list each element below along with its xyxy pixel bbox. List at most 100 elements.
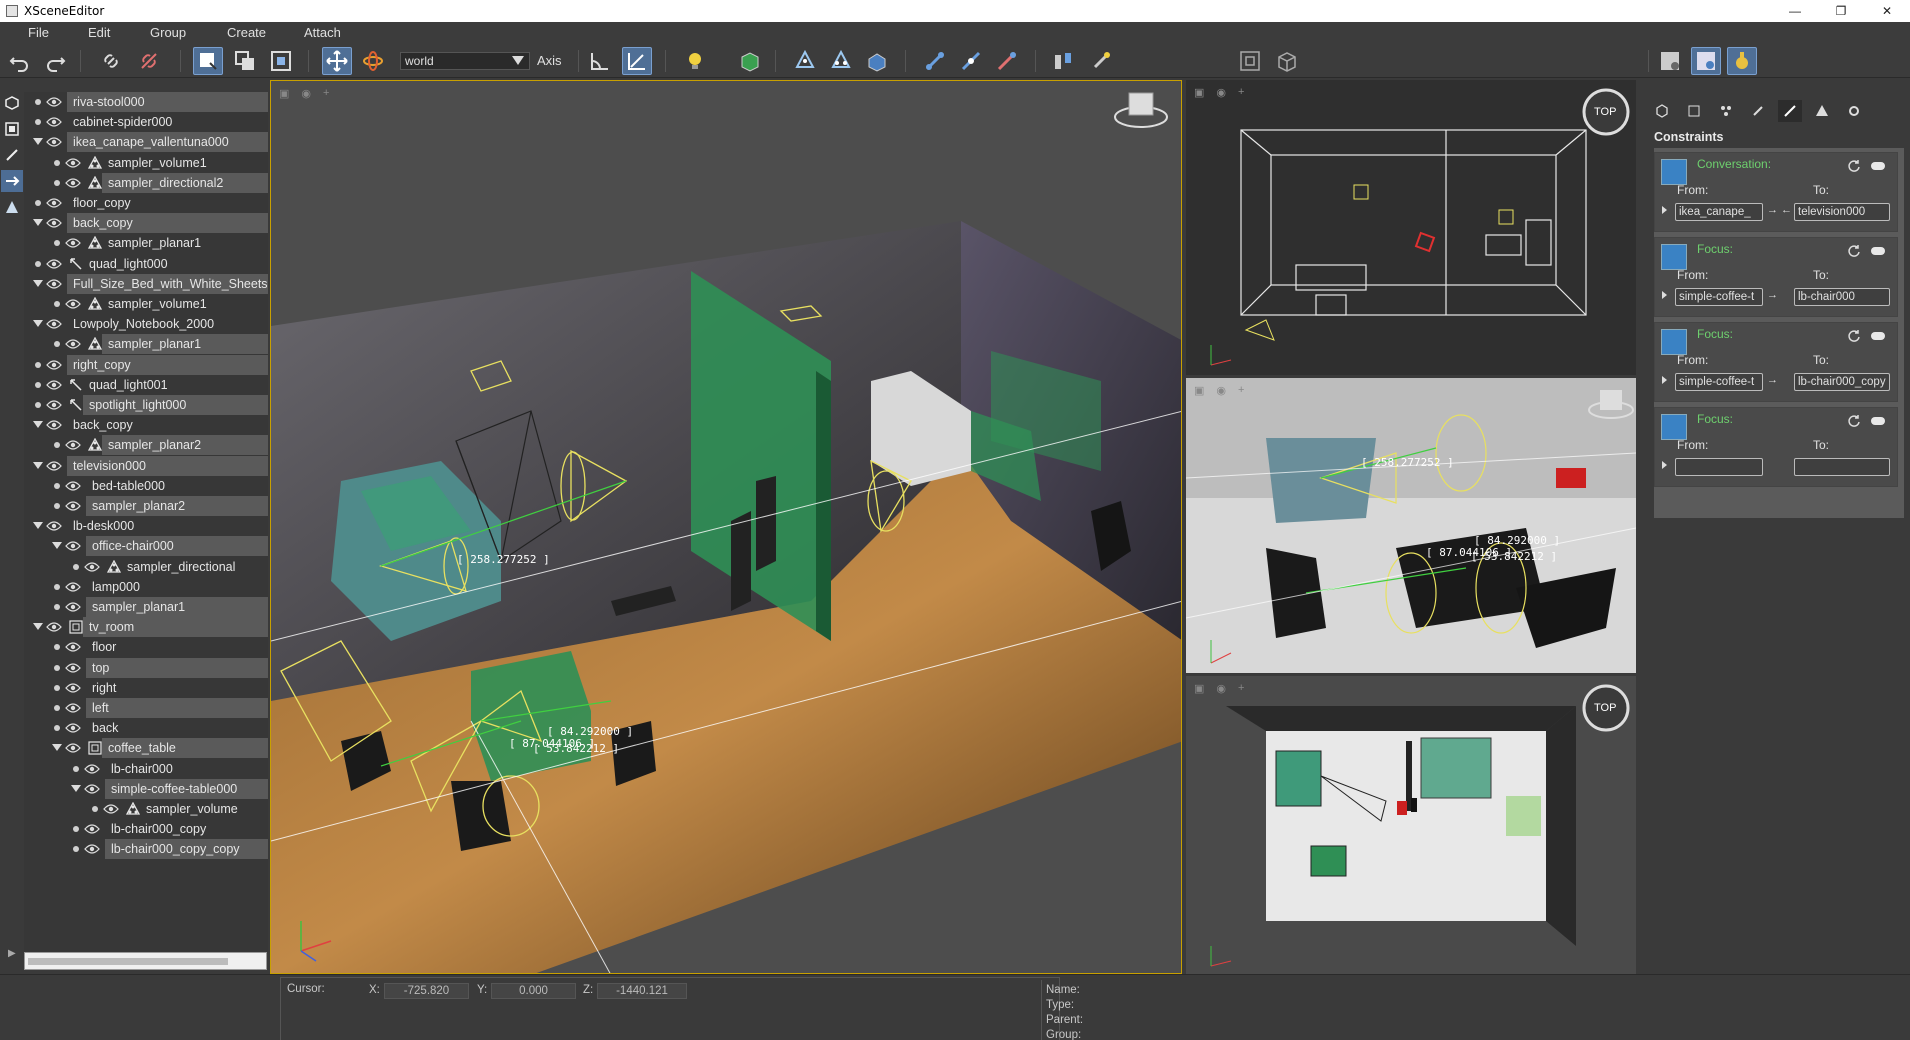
viewport-pin-icon[interactable]: ▣ <box>1194 384 1204 397</box>
visibility-eye-icon[interactable] <box>46 197 62 209</box>
visibility-eye-icon[interactable] <box>65 601 81 613</box>
menu-edit[interactable]: Edit <box>88 25 110 40</box>
viewport-camera-icon[interactable]: ◉ <box>1216 86 1226 99</box>
visibility-eye-icon[interactable] <box>46 278 62 290</box>
viewport-camera-icon[interactable]: ◉ <box>1216 384 1226 397</box>
viewport-perspective-2[interactable]: ▣ ◉ + [258.277252] [87.044106] [84.… <box>1186 378 1636 673</box>
visibility-eye-icon[interactable] <box>46 379 62 391</box>
visibility-eye-icon[interactable] <box>65 682 81 694</box>
to-target-field[interactable] <box>1794 458 1890 476</box>
constraints-tab[interactable] <box>1 170 23 192</box>
visibility-eye-icon[interactable] <box>84 561 100 573</box>
viewport-perspective[interactable]: ▣ ◉ + [258.277252] [87.044106] [84.… <box>270 80 1182 974</box>
visibility-eye-icon[interactable] <box>46 96 62 108</box>
visibility-eye-icon[interactable] <box>65 540 81 552</box>
tree-row[interactable]: riva-stool000 <box>24 92 268 112</box>
tree-row[interactable]: sampler_planar1 <box>24 334 268 355</box>
visibility-eye-icon[interactable] <box>65 480 81 492</box>
from-target-field[interactable] <box>1675 458 1763 476</box>
minimize-button[interactable]: — <box>1772 0 1818 22</box>
tree-row[interactable]: bed-table000 <box>24 476 268 496</box>
frame-selection-button[interactable] <box>1235 47 1265 75</box>
visibility-eye-icon[interactable] <box>65 237 81 249</box>
select-multiple-button[interactable] <box>230 47 260 75</box>
constraint-toggle[interactable] <box>1871 332 1885 340</box>
from-target-field[interactable]: simple-coffee-t <box>1675 373 1763 391</box>
viewport-settings-button[interactable] <box>1691 47 1721 75</box>
constraint-b-button[interactable] <box>956 47 986 75</box>
constraint-toggle[interactable] <box>1871 247 1885 255</box>
tree-row[interactable]: cabinet-spider000 <box>24 112 268 132</box>
tree-row[interactable]: left <box>24 698 268 718</box>
expand-chevron-icon[interactable] <box>33 461 43 469</box>
space-select[interactable]: world <box>400 52 530 70</box>
menu-attach[interactable]: Attach <box>304 25 341 40</box>
visibility-eye-icon[interactable] <box>65 742 81 754</box>
link-button[interactable] <box>96 47 126 75</box>
viewport-camera-icon[interactable]: ◉ <box>301 87 311 100</box>
tab-transform[interactable] <box>1682 100 1706 122</box>
tree-row[interactable]: lb-chair000 <box>24 759 268 779</box>
visibility-eye-icon[interactable] <box>46 359 62 371</box>
sampler-tab[interactable] <box>1 196 23 218</box>
sampler-b-button[interactable] <box>826 47 856 75</box>
tree-row[interactable]: ikea_canape_vallentuna000 <box>24 132 268 153</box>
tab-object[interactable] <box>1650 100 1674 122</box>
viewport-camera-icon[interactable]: ◉ <box>1216 682 1226 695</box>
viewport-top-wireframe[interactable]: ▣ ◉ + TOP <box>1186 80 1636 375</box>
tree-row[interactable]: sampler_planar2 <box>24 435 268 456</box>
refresh-icon[interactable] <box>1847 244 1861 258</box>
view-top-label[interactable]: TOP <box>1594 106 1616 118</box>
menu-file[interactable]: File <box>28 25 49 40</box>
visibility-eye-icon[interactable] <box>65 298 81 310</box>
visibility-eye-icon[interactable] <box>65 439 81 451</box>
visibility-eye-icon[interactable] <box>65 500 81 512</box>
visibility-eye-icon[interactable] <box>103 803 119 815</box>
visibility-eye-icon[interactable] <box>65 702 81 714</box>
axis-world-button[interactable] <box>622 47 652 75</box>
visibility-eye-icon[interactable] <box>84 843 100 855</box>
add-object-button[interactable] <box>735 47 765 75</box>
menu-group[interactable]: Group <box>150 25 186 40</box>
select-tool-button[interactable] <box>193 47 223 75</box>
scene-tab[interactable] <box>1 92 23 114</box>
tree-row[interactable]: lb-desk000 <box>24 516 268 536</box>
render-settings-button[interactable] <box>1655 47 1685 75</box>
sampler-a-button[interactable] <box>790 47 820 75</box>
add-light-button[interactable] <box>680 47 710 75</box>
constraint-toggle[interactable] <box>1871 417 1885 425</box>
view-top-label[interactable]: TOP <box>1594 702 1616 714</box>
tree-row[interactable]: top <box>24 657 268 678</box>
frame-all-button[interactable] <box>1272 47 1302 75</box>
tree-row[interactable]: back <box>24 718 268 738</box>
expand-chevron-icon[interactable] <box>33 219 43 227</box>
viewport-add-icon[interactable]: + <box>1238 384 1244 397</box>
visibility-eye-icon[interactable] <box>46 419 62 431</box>
undo-button[interactable] <box>5 47 35 75</box>
viewport-top-shaded[interactable]: ▣ ◉ + TOP <box>1186 676 1636 974</box>
expand-chevron-icon[interactable] <box>33 522 43 530</box>
tree-row[interactable]: floor_copy <box>24 193 268 213</box>
tab-links[interactable] <box>1746 100 1770 122</box>
visibility-eye-icon[interactable] <box>84 763 100 775</box>
expand-chevron-icon[interactable] <box>33 279 43 287</box>
rotate-tool-button[interactable] <box>358 47 388 75</box>
tree-row[interactable]: lb-chair000_copy <box>24 819 268 839</box>
viewport-pin-icon[interactable]: ▣ <box>1194 682 1204 695</box>
tree-row[interactable]: sampler_directional <box>24 557 268 577</box>
tree-row[interactable]: office-chair000 <box>24 536 268 557</box>
visibility-eye-icon[interactable] <box>84 783 100 795</box>
expand-chevron-icon[interactable] <box>33 623 43 631</box>
viewport-add-icon[interactable]: + <box>1238 86 1244 99</box>
tree-row[interactable]: sampler_volume <box>24 799 268 819</box>
sampler-c-button[interactable] <box>862 47 892 75</box>
unlink-button[interactable] <box>134 47 164 75</box>
to-target-field[interactable]: lb-chair000 <box>1794 288 1890 306</box>
visibility-eye-icon[interactable] <box>46 460 62 472</box>
from-target-field[interactable]: ikea_canape_ <box>1675 203 1763 221</box>
tree-row[interactable]: Lowpoly_Notebook_2000 <box>24 314 268 334</box>
visibility-eye-icon[interactable] <box>65 722 81 734</box>
visibility-eye-icon[interactable] <box>46 399 62 411</box>
lighting-settings-button[interactable] <box>1727 47 1757 75</box>
tab-constraints[interactable] <box>1778 100 1802 122</box>
